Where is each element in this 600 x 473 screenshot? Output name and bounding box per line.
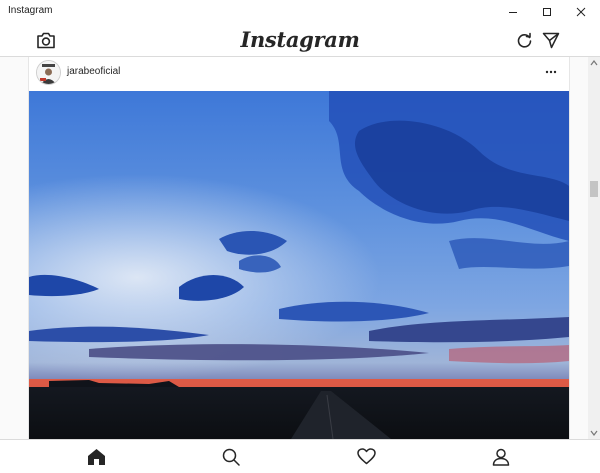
home-icon (87, 448, 105, 465)
close-button[interactable] (564, 0, 598, 24)
vertical-scrollbar[interactable] (588, 57, 600, 439)
instagram-logo: Instagram (240, 27, 360, 52)
nav-search-button[interactable] (171, 440, 291, 473)
post-header: jarabeoficial (29, 57, 569, 91)
nav-home-button[interactable] (36, 440, 156, 473)
direct-message-icon (542, 32, 560, 48)
refresh-icon (517, 32, 531, 48)
feed-post: jarabeoficial (28, 57, 570, 439)
close-icon (576, 7, 586, 17)
search-icon (222, 448, 240, 466)
scroll-up-arrow[interactable] (588, 57, 600, 69)
bottom-navigation (0, 439, 600, 472)
refresh-button[interactable] (512, 29, 536, 51)
nav-profile-button[interactable] (441, 440, 561, 473)
app-header: Instagram (0, 24, 600, 57)
chevron-down-icon (590, 430, 598, 436)
more-options-button[interactable] (543, 65, 559, 79)
window-titlebar: Instagram (0, 0, 600, 24)
sunset-road-photo (29, 91, 569, 439)
minimize-button[interactable] (496, 0, 530, 24)
scroll-down-arrow[interactable] (588, 427, 600, 439)
profile-icon (492, 448, 510, 466)
minimize-icon (509, 12, 517, 13)
maximize-icon (543, 8, 551, 16)
maximize-button[interactable] (530, 0, 564, 24)
avatar[interactable] (36, 60, 61, 85)
avatar-image (37, 61, 60, 84)
direct-message-button[interactable] (539, 29, 563, 51)
scrollbar-thumb[interactable] (590, 181, 598, 197)
more-options-icon (545, 70, 557, 74)
heart-icon (356, 448, 376, 465)
feed[interactable]: jarabeoficial (0, 57, 588, 439)
post-username[interactable]: jarabeoficial (67, 66, 120, 77)
post-photo[interactable] (29, 91, 569, 439)
nav-activity-button[interactable] (306, 440, 426, 473)
window-title: Instagram (8, 5, 53, 16)
chevron-up-icon (590, 60, 598, 66)
